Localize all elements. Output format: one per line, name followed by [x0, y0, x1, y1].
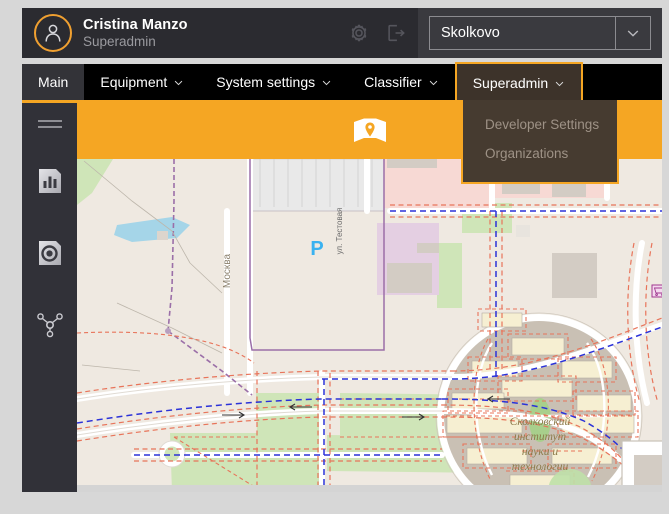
organization-select-value: Skolkovo — [441, 25, 500, 41]
dropdown-item-label: Organizations — [485, 146, 569, 161]
chevron-down-icon[interactable] — [615, 17, 650, 49]
user-avatar-icon[interactable] — [34, 14, 72, 52]
nav-item-label: System settings — [216, 74, 316, 90]
map-label-skoltech-2: институт — [514, 431, 566, 443]
sidebar-item-network-view[interactable] — [22, 289, 77, 361]
dropdown-item-developer-settings[interactable]: Developer Settings — [463, 110, 617, 139]
gear-icon[interactable] — [347, 21, 371, 45]
application-window: Cristina Manzo Superadmin Skolkovo Main … — [0, 0, 669, 514]
camera-target-icon — [38, 241, 61, 265]
nav-item-superadmin[interactable]: Superadmin — [454, 62, 584, 100]
sidebar-item-menu-toggle[interactable] — [22, 103, 77, 145]
sidebar-item-camera-view[interactable] — [22, 217, 77, 289]
nav-item-label: Main — [38, 74, 69, 90]
superadmin-dropdown-menu: Developer Settings Organizations — [461, 100, 619, 184]
chevron-down-icon — [321, 77, 332, 88]
chevron-down-icon — [428, 77, 439, 88]
dropdown-item-label: Developer Settings — [485, 117, 600, 132]
header-org-section: Skolkovo — [418, 8, 662, 58]
chevron-down-icon — [554, 78, 565, 89]
hamburger-icon — [37, 120, 62, 128]
logout-icon[interactable] — [384, 21, 408, 45]
map-icon — [353, 118, 386, 142]
network-graph-icon — [36, 313, 63, 338]
map-label-skoltech-4: технологии — [512, 461, 569, 473]
nav-item-main[interactable]: Main — [22, 64, 85, 100]
tool-sidebar — [22, 103, 662, 492]
app-header: Cristina Manzo Superadmin Skolkovo — [22, 8, 662, 58]
user-role: Superadmin — [83, 34, 156, 50]
organization-select[interactable]: Skolkovo — [429, 16, 651, 50]
chevron-down-icon — [173, 77, 184, 88]
sidebar-item-analytics-view[interactable] — [22, 145, 77, 217]
nav-item-label: Classifier — [364, 74, 422, 90]
header-action-icons — [347, 21, 408, 45]
nav-item-equipment[interactable]: Equipment — [84, 64, 200, 100]
map-label-street-vertical: ул. Тестовая — [335, 208, 344, 255]
map-label-moskva: Москва — [222, 253, 233, 288]
user-info: Cristina Manzo Superadmin — [83, 17, 188, 49]
map-label-parking: P — [310, 238, 323, 260]
user-name: Cristina Manzo — [83, 16, 188, 33]
nav-item-system-settings[interactable]: System settings — [200, 64, 348, 100]
map-label-skoltech-3: науки и — [522, 446, 558, 458]
nav-item-label: Equipment — [100, 74, 168, 90]
shopping-cart-icon — [651, 284, 662, 298]
main-navigation: Main Equipment System settings Classifie… — [22, 62, 662, 100]
nav-item-label: Superadmin — [472, 75, 549, 91]
header-user-section: Cristina Manzo Superadmin — [22, 8, 347, 58]
map-label-skoltech-1: Сколковский — [510, 415, 571, 428]
bar-chart-icon — [38, 169, 61, 193]
map-horizontal-scrollbar[interactable] — [77, 485, 662, 492]
dropdown-item-organizations[interactable]: Organizations — [463, 139, 617, 168]
nav-item-classifier[interactable]: Classifier — [348, 64, 455, 100]
